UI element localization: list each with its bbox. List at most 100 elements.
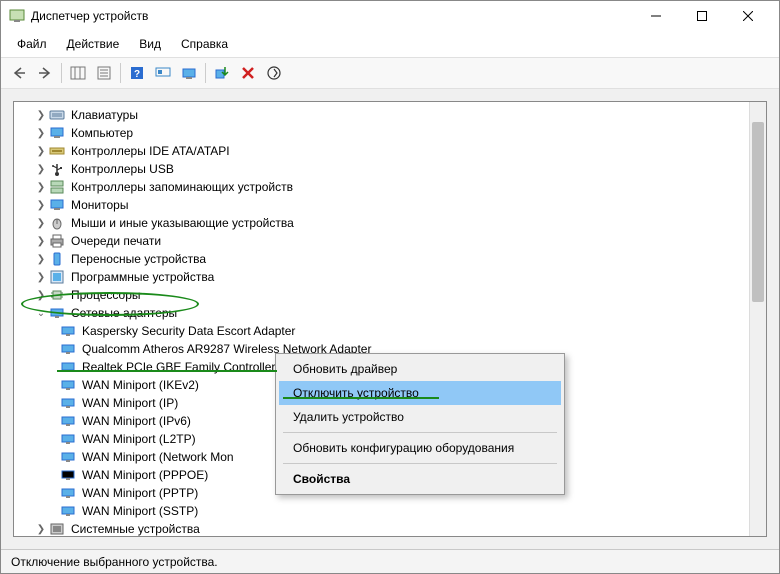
tree-item-usb[interactable]: ❯ Контроллеры USB bbox=[16, 160, 764, 178]
vertical-scrollbar[interactable] bbox=[749, 102, 766, 536]
scrollbar-thumb[interactable] bbox=[752, 122, 764, 302]
titlebar: Диспетчер устройств bbox=[1, 1, 779, 31]
chevron-right-icon[interactable]: ❯ bbox=[34, 108, 48, 122]
tree-label: WAN Miniport (PPPOE) bbox=[80, 467, 210, 483]
tree-item-software-devices[interactable]: ❯ Программные устройства bbox=[16, 268, 764, 286]
toolbar-separator bbox=[120, 63, 121, 83]
close-button[interactable] bbox=[725, 1, 771, 31]
tree-item-net-kaspersky[interactable]: Kaspersky Security Data Escort Adapter bbox=[16, 322, 764, 340]
toolbar: ? bbox=[1, 58, 779, 89]
tree-item-monitors[interactable]: ❯ Мониторы bbox=[16, 196, 764, 214]
ide-controller-icon bbox=[49, 143, 65, 159]
network-adapter-icon bbox=[60, 359, 76, 375]
tree-item-ide[interactable]: ❯ Контроллеры IDE ATA/ATAPI bbox=[16, 142, 764, 160]
tree-item-storage[interactable]: ❯ Контроллеры запоминающих устройств bbox=[16, 178, 764, 196]
menu-file[interactable]: Файл bbox=[9, 33, 55, 55]
ctx-properties[interactable]: Свойства bbox=[279, 467, 561, 491]
tree-label: WAN Miniport (IPv6) bbox=[80, 413, 193, 429]
menu-help[interactable]: Справка bbox=[173, 33, 236, 55]
network-adapter-icon bbox=[60, 323, 76, 339]
chevron-right-icon[interactable]: ❯ bbox=[34, 180, 48, 194]
ctx-scan-hardware[interactable]: Обновить конфигурацию оборудования bbox=[279, 436, 561, 460]
properties-button[interactable] bbox=[92, 61, 116, 85]
chevron-right-icon[interactable]: ❯ bbox=[34, 144, 48, 158]
chevron-right-icon[interactable]: ❯ bbox=[34, 252, 48, 266]
uninstall-button[interactable] bbox=[236, 61, 260, 85]
menu-view[interactable]: Вид bbox=[131, 33, 169, 55]
chevron-right-icon[interactable]: ❯ bbox=[34, 270, 48, 284]
update-driver-button[interactable] bbox=[262, 61, 286, 85]
tree-label: Переносные устройства bbox=[69, 251, 208, 267]
frame-bottom-border bbox=[1, 537, 779, 549]
scan-hardware-button[interactable] bbox=[177, 61, 201, 85]
network-adapter-icon bbox=[60, 377, 76, 393]
tree-label: Программные устройства bbox=[69, 269, 216, 285]
context-menu-separator bbox=[283, 432, 557, 433]
chevron-right-icon[interactable]: ❯ bbox=[34, 126, 48, 140]
tree-label: WAN Miniport (L2TP) bbox=[80, 431, 198, 447]
tree-label: Компьютер bbox=[69, 125, 135, 141]
chevron-down-icon[interactable]: ⌄ bbox=[34, 306, 48, 320]
toolbar-separator bbox=[61, 63, 62, 83]
tree-label: Контроллеры USB bbox=[69, 161, 176, 177]
network-adapter-icon bbox=[60, 503, 76, 519]
tree-item-print-queues[interactable]: ❯ Очереди печати bbox=[16, 232, 764, 250]
chevron-right-icon[interactable]: ❯ bbox=[34, 288, 48, 302]
chevron-right-icon[interactable]: ❯ bbox=[34, 198, 48, 212]
network-adapter-icon bbox=[60, 449, 76, 465]
tree-label: Мыши и иные указывающие устройства bbox=[69, 215, 296, 231]
minimize-button[interactable] bbox=[633, 1, 679, 31]
software-device-icon bbox=[49, 269, 65, 285]
tree-item-portable[interactable]: ❯ Переносные устройства bbox=[16, 250, 764, 268]
tree-item-system[interactable]: ❯ Системные устройства bbox=[16, 520, 764, 537]
chevron-right-icon[interactable]: ❯ bbox=[34, 234, 48, 248]
chevron-right-icon[interactable]: ❯ bbox=[34, 522, 48, 536]
toolbar-separator bbox=[205, 63, 206, 83]
statusbar: Отключение выбранного устройства. bbox=[1, 549, 779, 573]
forward-button[interactable] bbox=[33, 61, 57, 85]
enable-button[interactable] bbox=[210, 61, 234, 85]
tree-label: WAN Miniport (IP) bbox=[80, 395, 180, 411]
back-button[interactable] bbox=[7, 61, 31, 85]
context-menu-separator bbox=[283, 463, 557, 464]
help-button[interactable]: ? bbox=[125, 61, 149, 85]
chevron-right-icon[interactable]: ❯ bbox=[34, 162, 48, 176]
window-title: Диспетчер устройств bbox=[31, 9, 633, 23]
network-adapter-icon bbox=[60, 431, 76, 447]
window-controls bbox=[633, 1, 771, 31]
tree-label: Контроллеры IDE ATA/ATAPI bbox=[69, 143, 232, 159]
network-adapter-icon bbox=[60, 467, 76, 483]
tree-item-keyboards[interactable]: ❯ Клавиатуры bbox=[16, 106, 764, 124]
chevron-right-icon[interactable]: ❯ bbox=[34, 216, 48, 230]
network-adapter-icon bbox=[60, 485, 76, 501]
keyboard-icon bbox=[49, 107, 65, 123]
tree-item-net-wan-sstp[interactable]: WAN Miniport (SSTP) bbox=[16, 502, 764, 520]
tree-label: WAN Miniport (Network Mon bbox=[80, 449, 236, 465]
cpu-icon bbox=[49, 287, 65, 303]
network-adapter-icon bbox=[60, 413, 76, 429]
computer-icon bbox=[49, 125, 65, 141]
tree-item-processors[interactable]: ❯ Процессоры bbox=[16, 286, 764, 304]
tree-label: WAN Miniport (SSTP) bbox=[80, 503, 200, 519]
tree-label: Мониторы bbox=[69, 197, 130, 213]
system-device-icon bbox=[49, 521, 65, 537]
ctx-disable-device[interactable]: Отключить устройство bbox=[279, 381, 561, 405]
tree-item-network-adapters[interactable]: ⌄ Сетевые адаптеры bbox=[16, 304, 764, 322]
usb-icon bbox=[49, 161, 65, 177]
ctx-update-driver[interactable]: Обновить драйвер bbox=[279, 357, 561, 381]
tree-item-mice[interactable]: ❯ Мыши и иные указывающие устройства bbox=[16, 214, 764, 232]
maximize-button[interactable] bbox=[679, 1, 725, 31]
printer-icon bbox=[49, 233, 65, 249]
tree-label: Процессоры bbox=[69, 287, 143, 303]
tree-label: Клавиатуры bbox=[69, 107, 140, 123]
ctx-uninstall-device[interactable]: Удалить устройство bbox=[279, 405, 561, 429]
tree-item-computer[interactable]: ❯ Компьютер bbox=[16, 124, 764, 142]
show-hide-tree-button[interactable] bbox=[66, 61, 90, 85]
tree-label: Realtek PCIe GBE Family Controller bbox=[80, 359, 277, 375]
network-adapter-icon bbox=[49, 305, 65, 321]
statusbar-text: Отключение выбранного устройства. bbox=[11, 555, 218, 569]
portable-device-icon bbox=[49, 251, 65, 267]
menu-action[interactable]: Действие bbox=[59, 33, 128, 55]
monitor-icon bbox=[49, 197, 65, 213]
view-devices-button[interactable] bbox=[151, 61, 175, 85]
